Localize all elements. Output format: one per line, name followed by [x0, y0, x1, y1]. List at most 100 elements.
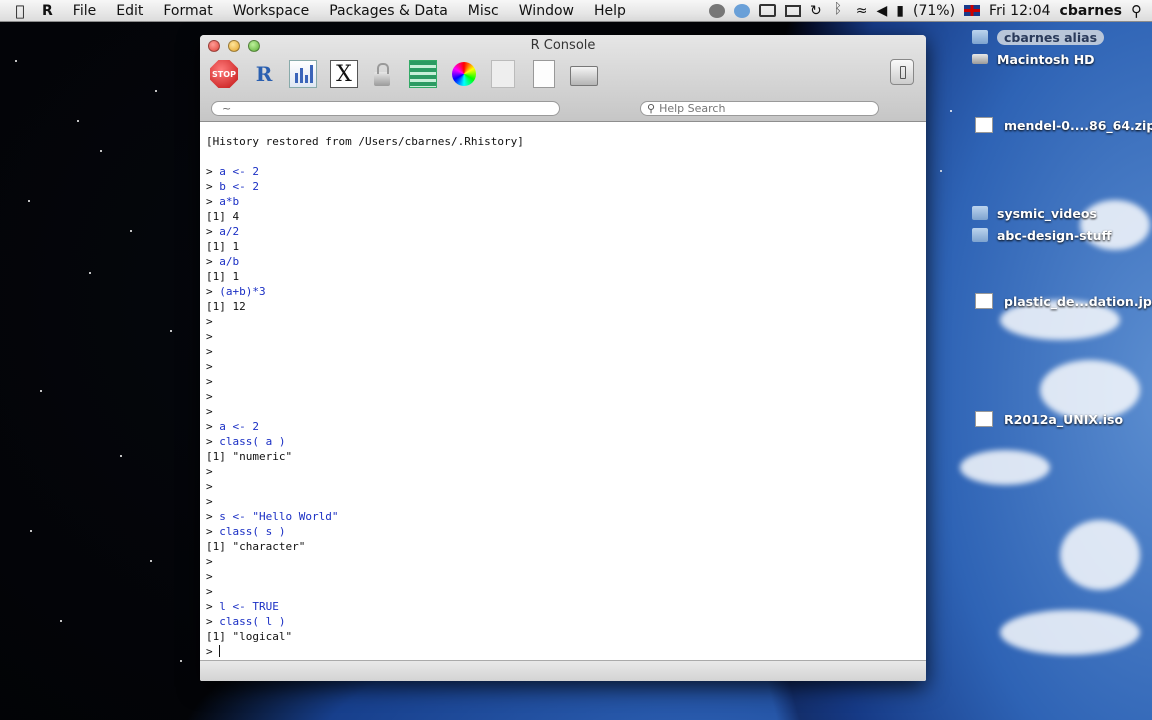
console-prompt: > [206, 360, 220, 373]
star [15, 60, 17, 62]
console-prompt: > [206, 390, 220, 403]
x11-icon[interactable]: X [330, 60, 358, 88]
r-console-window: R Console STOP R X ~ ⚲ [History restored… [200, 35, 926, 681]
star [89, 272, 91, 274]
console-line: > a*b [206, 194, 926, 209]
keyboard-icon[interactable] [759, 4, 777, 17]
working-directory-value: ~ [222, 102, 232, 115]
window-title: R Console [530, 38, 596, 53]
menu-window[interactable]: Window [509, 3, 584, 19]
console-prompt: > [206, 645, 220, 658]
console-input-text: class( s ) [219, 525, 286, 538]
console-line: > s <- "Hello World" [206, 509, 926, 524]
cloud [960, 450, 1050, 485]
console-prompt: > [206, 345, 220, 358]
color-wheel-icon[interactable] [452, 62, 476, 86]
console-line: > class( a ) [206, 434, 926, 449]
star [150, 560, 152, 562]
menu-misc[interactable]: Misc [458, 3, 509, 19]
console-line: > [206, 374, 926, 389]
star [77, 120, 79, 122]
cloud [1000, 610, 1140, 655]
folder-icon [972, 228, 988, 242]
console-line: > (a+b)*3 [206, 284, 926, 299]
menu-bar:  R File Edit Format Workspace Packages … [0, 0, 1152, 22]
console-line: > class( l ) [206, 614, 926, 629]
star [940, 170, 942, 172]
menu-help[interactable]: Help [584, 3, 636, 19]
console-input-text: class( a ) [219, 435, 286, 448]
console-output-text: [1] "character" [206, 540, 306, 553]
print-icon[interactable] [570, 66, 598, 86]
apple-menu-icon[interactable]:  [0, 2, 40, 20]
source-script-icon[interactable]: R [250, 60, 278, 88]
toolbar-toggle-button[interactable] [890, 59, 914, 85]
console-line: > class( s ) [206, 524, 926, 539]
desktop-item-mendel-zip[interactable]: mendel-0....86_64.zip [972, 116, 1152, 134]
star [100, 150, 102, 152]
window-titlebar[interactable]: R Console STOP R X ~ ⚲ [200, 35, 926, 122]
volume-icon[interactable]: ◀ [877, 3, 888, 19]
wifi-icon[interactable]: ≈ [856, 3, 868, 19]
working-directory-field[interactable]: ~ [211, 101, 560, 116]
console-line: > [206, 329, 926, 344]
stop-icon[interactable]: STOP [210, 60, 238, 88]
desktop-item-cbarnes-alias[interactable]: cbarnes alias [972, 28, 1105, 46]
menu-user[interactable]: cbarnes [1060, 3, 1122, 19]
flag-uk-icon[interactable] [964, 5, 981, 16]
desktop-item-sysmic-videos[interactable]: sysmic_videos [972, 204, 1097, 222]
console-prompt: > [206, 180, 220, 193]
menu-packages-data[interactable]: Packages & Data [319, 3, 458, 19]
open-document-icon[interactable] [491, 60, 515, 88]
display-icon[interactable] [785, 4, 802, 17]
console-output-text: [1] 1 [206, 240, 240, 253]
data-editor-icon[interactable] [409, 60, 437, 88]
console-line: > [206, 389, 926, 404]
console-input-text: a/2 [219, 225, 240, 238]
menu-workspace[interactable]: Workspace [223, 3, 320, 19]
star [155, 90, 157, 92]
menu-app-r[interactable]: R [40, 3, 63, 19]
console-input-text: l <- TRUE [219, 600, 279, 613]
console-output[interactable]: [History restored from /Users/cbarnes/.R… [200, 122, 926, 659]
desktop-item-macintosh-hd[interactable]: Macintosh HD [972, 50, 1095, 68]
console-line: [1] 4 [206, 209, 926, 224]
menu-edit[interactable]: Edit [106, 3, 153, 19]
help-search-input[interactable] [659, 102, 860, 115]
spotlight-search-icon[interactable]: ⚲ [1131, 2, 1142, 20]
console-input-text: (a+b)*3 [219, 285, 266, 298]
star [120, 455, 122, 457]
console-line: > [206, 644, 926, 659]
desktop-item-plastic-jpg[interactable]: plastic_de...dation.jpg [972, 292, 1152, 310]
menu-extras: ↻ ≈ ◀ ▮ (71%) Fri 12:04 cbarnes ⚲ [709, 1, 1152, 20]
console-line: > a <- 2 [206, 419, 926, 434]
menu-clock[interactable]: Fri 12:04 [989, 3, 1050, 19]
disk-image-icon [975, 411, 993, 427]
star [950, 110, 952, 112]
bluetooth-icon[interactable] [831, 1, 847, 18]
new-document-icon[interactable] [533, 60, 555, 88]
star [28, 200, 30, 202]
desktop-item-r2012a-iso[interactable]: R2012a_UNIX.iso [972, 410, 1123, 428]
battery-icon[interactable]: ▮ [896, 3, 904, 19]
text-cursor[interactable] [219, 645, 221, 657]
help-search-field[interactable]: ⚲ [640, 101, 879, 116]
console-line: > [206, 314, 926, 329]
console-input-text: a <- 2 [219, 420, 259, 433]
time-machine-icon[interactable]: ↻ [810, 3, 822, 19]
menu-format[interactable]: Format [153, 3, 222, 19]
desktop-item-abc-design-stuff[interactable]: abc-design-stuff [972, 226, 1112, 244]
console-prompt: > [206, 555, 220, 568]
console-prompt: > [206, 330, 220, 343]
network-globe-icon[interactable] [734, 3, 751, 18]
star [170, 330, 172, 332]
star [180, 660, 182, 662]
lock-icon[interactable] [374, 63, 390, 86]
quartz-chart-icon[interactable] [289, 60, 317, 88]
sync-status-icon[interactable] [709, 3, 726, 18]
menu-file[interactable]: File [63, 3, 106, 19]
console-line: > [206, 344, 926, 359]
console-prompt: > [206, 510, 220, 523]
console-prompt: > [206, 420, 220, 433]
